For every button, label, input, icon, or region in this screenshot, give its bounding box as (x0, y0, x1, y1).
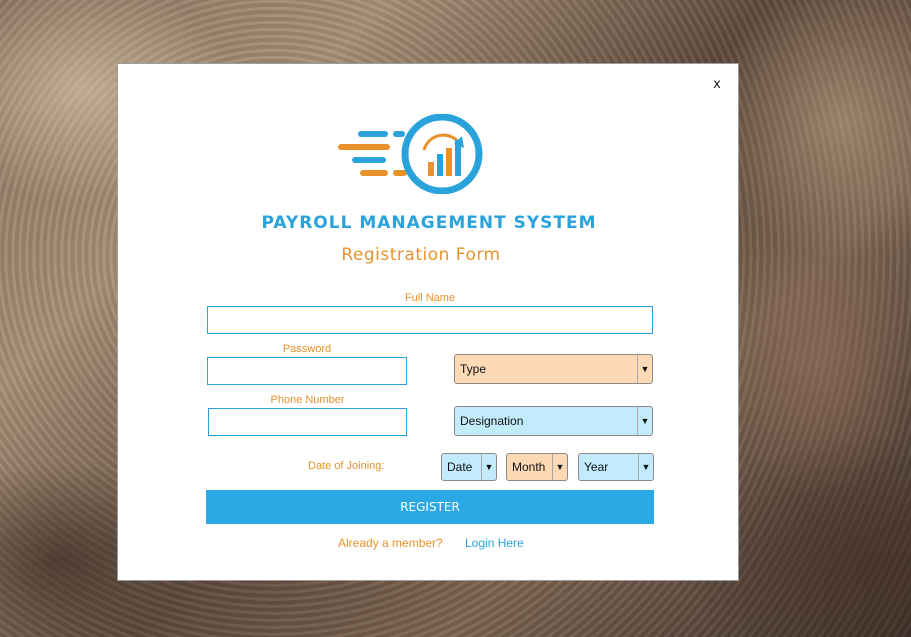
full-name-input[interactable] (207, 306, 653, 334)
month-select[interactable]: Month ▼ (506, 453, 568, 481)
dropdown-arrow-icon: ▼ (637, 407, 652, 435)
designation-select-value: Designation (460, 414, 524, 428)
dropdown-arrow-icon: ▼ (552, 454, 567, 480)
payroll-logo-icon (338, 114, 483, 194)
form-title: Registration Form (341, 245, 501, 265)
date-select[interactable]: Date ▼ (441, 453, 497, 481)
dropdown-arrow-icon: ▼ (481, 454, 496, 480)
phone-input[interactable] (208, 408, 407, 436)
registration-window: x PAYROLL MANAGEMENT SYSTEM Registration… (117, 63, 739, 581)
date-select-value: Date (447, 460, 473, 474)
month-select-value: Month (512, 460, 546, 474)
password-input[interactable] (207, 357, 407, 385)
close-button[interactable]: x (710, 78, 724, 92)
date-of-joining-label: Date of Joining: (308, 460, 385, 472)
type-select-value: Type (460, 362, 487, 376)
year-select-value: Year (584, 460, 609, 474)
year-select[interactable]: Year ▼ (578, 453, 654, 481)
designation-select[interactable]: Designation ▼ (454, 406, 653, 436)
phone-label: Phone Number (270, 394, 345, 406)
dropdown-arrow-icon: ▼ (638, 454, 653, 480)
type-select[interactable]: Type ▼ (454, 354, 653, 384)
register-button[interactable]: REGISTER (206, 490, 654, 524)
dropdown-arrow-icon: ▼ (637, 355, 652, 383)
already-member-text: Already a member? (338, 536, 443, 550)
login-here-link[interactable]: Login Here (465, 536, 524, 550)
password-label: Password (282, 343, 332, 355)
full-name-label: Full Name (404, 292, 456, 304)
app-title: PAYROLL MANAGEMENT SYSTEM (261, 213, 597, 233)
